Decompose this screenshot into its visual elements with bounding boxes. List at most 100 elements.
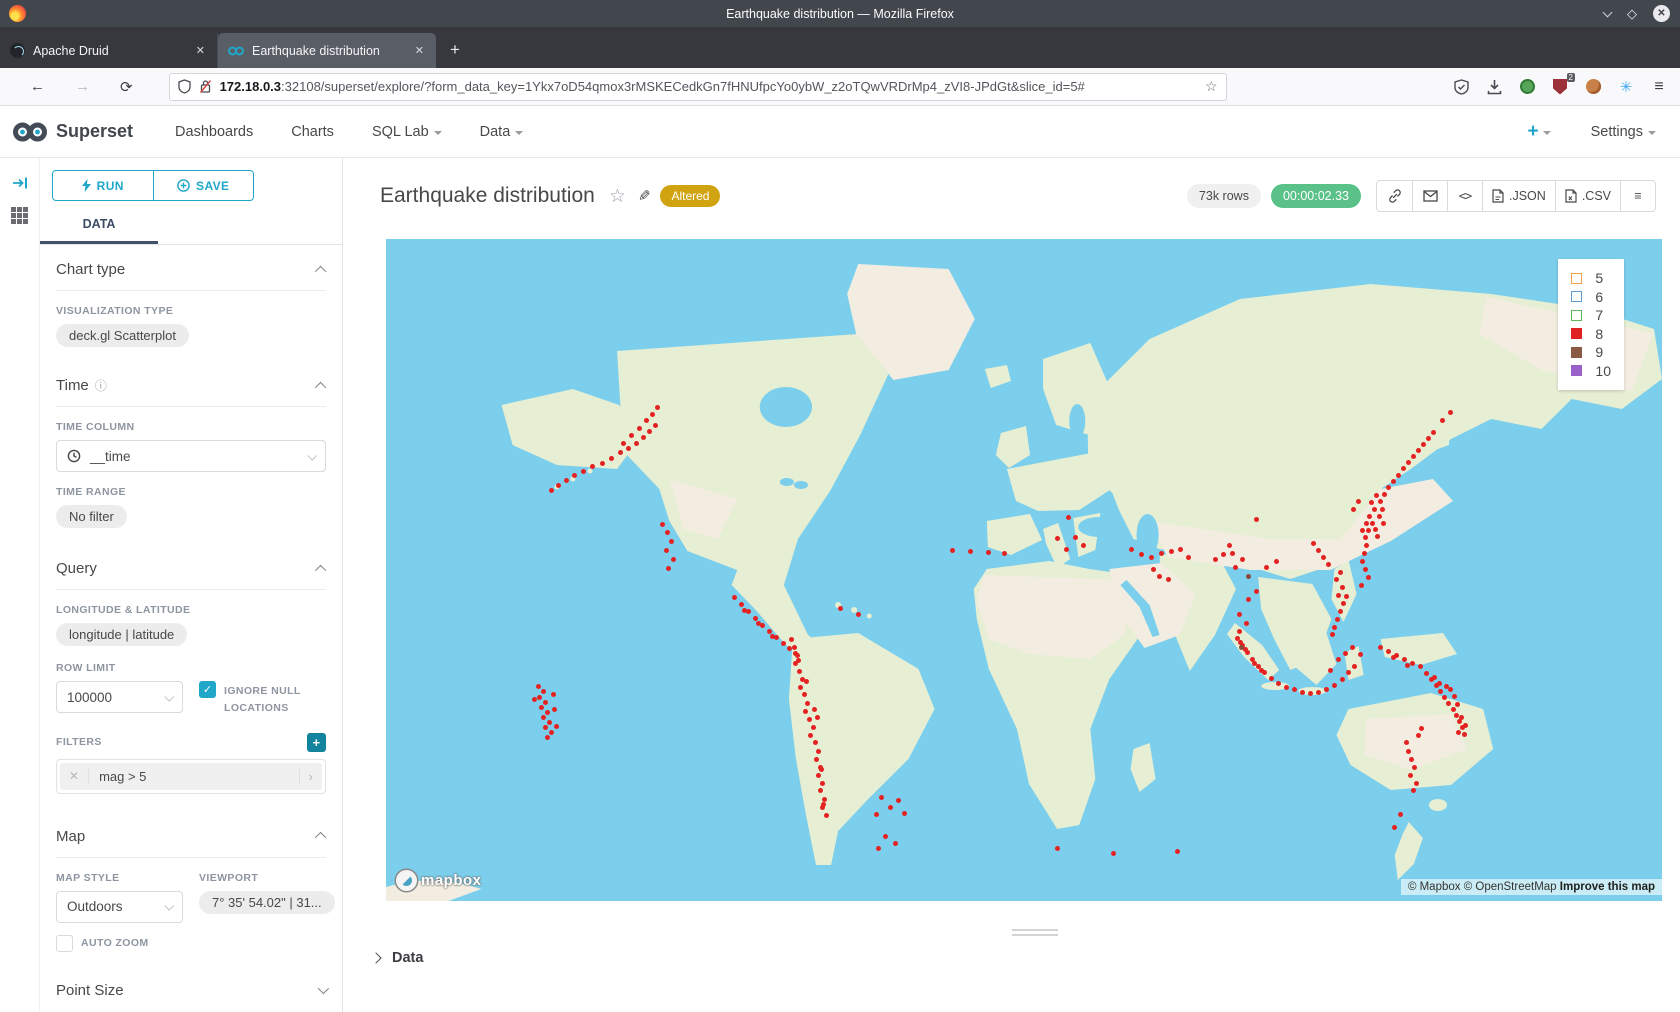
tab-close-icon[interactable]: ✕: [413, 44, 426, 57]
data-panel-toggle[interactable]: Data: [372, 950, 423, 966]
export-json-button[interactable]: .JSON: [1482, 181, 1555, 211]
lonlat-value[interactable]: longitude | latitude: [56, 623, 187, 646]
brand-name[interactable]: Superset: [56, 121, 133, 142]
new-tab-button[interactable]: +: [450, 40, 460, 60]
earthquake-dot: [1412, 765, 1417, 770]
section-point-size[interactable]: Point Size: [56, 966, 326, 1011]
viz-type-value[interactable]: deck.gl Scatterplot: [56, 324, 189, 347]
earthquake-dot: [1055, 536, 1060, 541]
earthquake-dot: [634, 441, 639, 446]
tab-data[interactable]: DATA: [40, 217, 158, 244]
row-limit-select[interactable]: 100000: [56, 681, 183, 713]
section-map[interactable]: Map: [56, 812, 326, 858]
extension-snowflake-icon[interactable]: ✳: [1617, 78, 1635, 96]
bookmark-star-icon[interactable]: ☆: [1205, 78, 1218, 95]
chevron-down-icon: [164, 901, 174, 911]
edit-title-icon[interactable]: ✎: [638, 187, 651, 205]
run-button[interactable]: RUN: [53, 171, 153, 200]
back-button[interactable]: ←: [30, 78, 45, 95]
add-new-button[interactable]: +: [1527, 121, 1550, 143]
section-time[interactable]: Timeⓘ: [56, 361, 326, 407]
legend-row[interactable]: 7: [1571, 307, 1611, 324]
earthquake-dot: [792, 645, 797, 650]
dropdown-caret-icon: [1543, 131, 1551, 135]
embed-code-button[interactable]: <>: [1447, 181, 1482, 211]
ignore-null-checkbox-row[interactable]: IGNORE NULL LOCATIONS: [199, 681, 326, 717]
favorite-star-icon[interactable]: ☆: [609, 185, 626, 208]
legend-row[interactable]: 10: [1571, 363, 1611, 380]
earthquake-dot: [774, 635, 779, 640]
earthquake-dot: [902, 811, 907, 816]
earthquake-dot: [545, 710, 550, 715]
earthquake-dot: [753, 616, 758, 621]
insecure-lock-icon[interactable]: [199, 79, 212, 94]
section-query[interactable]: Query: [56, 544, 326, 590]
nav-item-data[interactable]: Data: [480, 124, 524, 140]
browser-menu-icon[interactable]: ≡: [1650, 78, 1668, 96]
window-minimize-icon[interactable]: [1603, 7, 1613, 17]
chart-menu-button[interactable]: ≡: [1620, 181, 1655, 211]
legend-row[interactable]: 6: [1571, 289, 1611, 306]
earthquake-dot: [556, 483, 561, 488]
nav-item-sql-lab[interactable]: SQL Lab: [372, 124, 442, 140]
earthquake-dot: [1437, 681, 1442, 686]
tab-apache-druid[interactable]: Apache Druid ✕: [0, 33, 218, 68]
reload-button[interactable]: ⟳: [120, 78, 133, 96]
checkbox-checked-icon[interactable]: [199, 681, 216, 698]
mapbox-logo[interactable]: mapbox: [396, 870, 482, 891]
legend-row[interactable]: 8: [1571, 326, 1611, 343]
url-text[interactable]: 172.18.0.3:32108/superset/explore/?form_…: [220, 79, 1197, 94]
window-close-icon[interactable]: ✕: [1653, 5, 1670, 22]
url-field[interactable]: 172.18.0.3:32108/superset/explore/?form_…: [169, 73, 1227, 101]
earthquake-dot: [795, 653, 800, 658]
viewport-value[interactable]: 7° 35' 54.02" | 31...: [199, 891, 335, 914]
forward-button[interactable]: →: [75, 78, 90, 95]
adblock-shield-icon[interactable]: 2: [1551, 78, 1569, 96]
earthquake-dot: [811, 725, 816, 730]
expand-panel-icon[interactable]: [12, 176, 28, 190]
earthquake-dot: [1066, 515, 1071, 520]
time-column-select[interactable]: __time: [56, 440, 326, 472]
export-csv-button[interactable]: .CSV: [1555, 181, 1620, 211]
copy-link-button[interactable]: [1377, 181, 1412, 211]
earthquake-dot: [541, 689, 546, 694]
expand-filter-icon[interactable]: ›: [299, 769, 322, 784]
earthquake-dot: [626, 446, 631, 451]
window-maximize-icon[interactable]: ◇: [1627, 7, 1637, 20]
dataset-grid-icon[interactable]: [10, 206, 29, 225]
checkbox-unchecked-icon[interactable]: [56, 935, 73, 952]
map-attribution[interactable]: © Mapbox © OpenStreetMap Improve this ma…: [1401, 879, 1662, 895]
earthquake-dot: [950, 548, 955, 553]
nav-item-charts[interactable]: Charts: [291, 124, 334, 140]
firefox-icon: [9, 5, 26, 22]
chart-area: Earthquake distribution ☆ ✎ Altered 73k …: [343, 158, 1680, 1012]
filter-chip[interactable]: ✕ mag > 5 ›: [60, 763, 322, 790]
cookie-extension-icon[interactable]: [1584, 78, 1602, 96]
resize-drag-handle[interactable]: [1012, 926, 1058, 939]
query-duration-badge: 00:00:02.33: [1271, 184, 1361, 208]
improve-map-link[interactable]: Improve this map: [1560, 881, 1655, 893]
remove-filter-icon[interactable]: ✕: [60, 769, 89, 783]
section-title: Time: [56, 377, 89, 394]
world-map[interactable]: 5 67 89 10 mapbox © Mapbox © OpenStreetMap …: [386, 239, 1662, 901]
earthquake-dot: [805, 701, 810, 706]
legend-row[interactable]: 5: [1571, 270, 1611, 287]
email-button[interactable]: [1412, 181, 1447, 211]
pocket-shield-icon[interactable]: [1452, 78, 1470, 96]
section-chart-type[interactable]: Chart type: [56, 245, 326, 291]
settings-menu[interactable]: Settings: [1591, 124, 1656, 140]
nav-item-dashboards[interactable]: Dashboards: [175, 124, 253, 140]
legend-row[interactable]: 9: [1571, 344, 1611, 361]
add-filter-button[interactable]: +: [307, 733, 326, 752]
map-legend[interactable]: 5 67 89 10: [1558, 259, 1624, 390]
superset-navbar: Superset Dashboards Charts SQL Lab Data …: [0, 106, 1680, 158]
auto-zoom-checkbox-row[interactable]: AUTO ZOOM: [56, 935, 183, 952]
save-button[interactable]: SAVE: [153, 171, 254, 200]
tracking-shield-icon[interactable]: [178, 79, 191, 94]
map-style-select[interactable]: Outdoors: [56, 891, 183, 923]
tab-close-icon[interactable]: ✕: [194, 44, 207, 57]
downloads-icon[interactable]: [1485, 78, 1503, 96]
time-range-value[interactable]: No filter: [56, 505, 127, 528]
tab-earthquake-distribution[interactable]: Earthquake distribution ✕: [218, 33, 436, 68]
extension-green-icon[interactable]: [1518, 78, 1536, 96]
